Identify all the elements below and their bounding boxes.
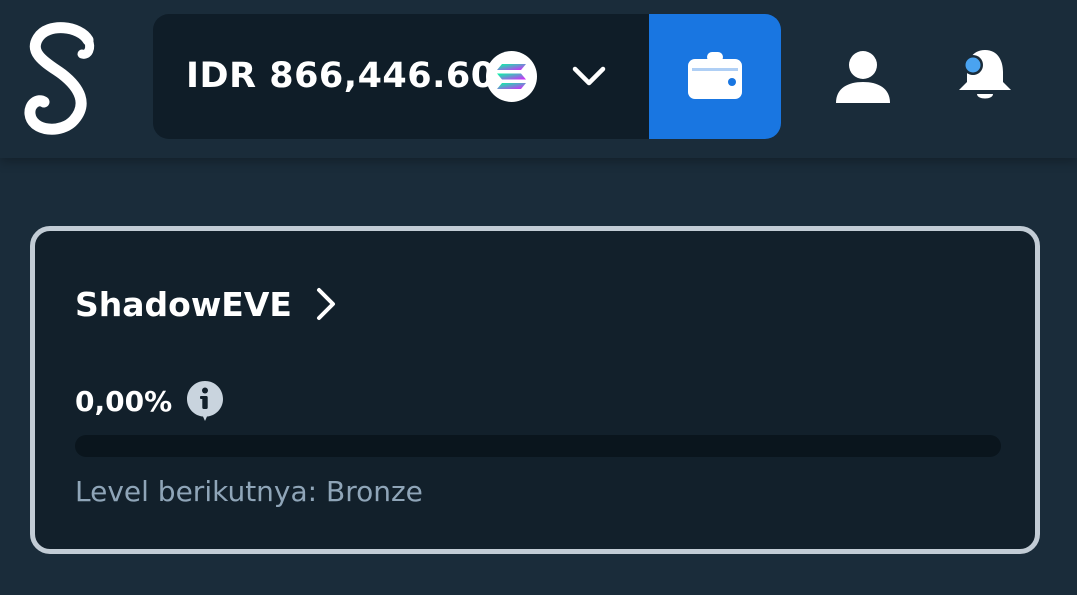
progress-percent: 0,00%	[75, 384, 173, 418]
chevron-down-icon[interactable]	[569, 60, 609, 94]
wallet-button[interactable]	[649, 14, 781, 139]
username-link[interactable]: ShadowEVE	[75, 279, 338, 329]
solana-icon	[486, 51, 537, 102]
next-level-text: Level berikutnya: Bronze	[75, 475, 423, 508]
info-icon[interactable]	[186, 380, 224, 422]
top-bar: IDR 866,446.60	[0, 0, 1077, 158]
balance-amount: IDR 866,446.60	[186, 56, 496, 96]
wallet-icon	[688, 52, 742, 99]
logo-icon	[24, 22, 95, 135]
level-card: ShadowEVE 0,00% Level berikutnya: Bronze	[30, 226, 1040, 554]
balance-selector[interactable]: IDR 866,446.60	[153, 14, 781, 139]
username: ShadowEVE	[75, 284, 292, 324]
progress-bar	[75, 435, 1001, 457]
user-icon[interactable]	[834, 50, 892, 105]
bell-icon[interactable]	[955, 46, 1015, 104]
chevron-right-icon	[316, 288, 335, 320]
progress-row: 0,00%	[75, 379, 224, 423]
logo[interactable]	[18, 18, 108, 138]
